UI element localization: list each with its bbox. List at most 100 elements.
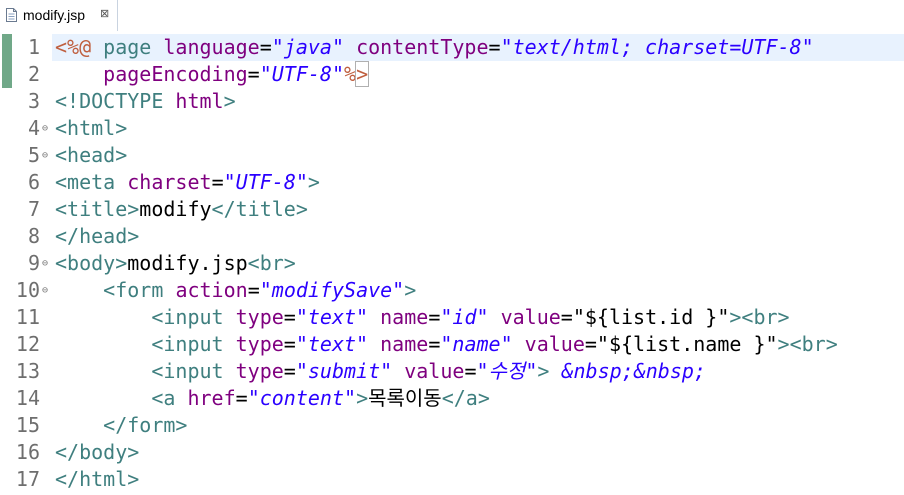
code-line[interactable]: <input type="text" name="name" value="${… <box>55 331 838 358</box>
code-line[interactable]: <input type="text" name="id" value="${li… <box>55 304 789 331</box>
line-number: 8 <box>27 224 40 248</box>
code-line[interactable]: <input type="submit" value="수정"> &nbsp;&… <box>55 358 706 385</box>
code-token: name <box>380 305 429 329</box>
code-token: "content" <box>247 386 357 410</box>
code-line[interactable]: <form action="modifySave"> <box>55 277 416 304</box>
fold-collapse-icon[interactable]: ⊖ <box>40 277 50 304</box>
line-number: 10 <box>15 278 40 302</box>
code-token: "modifySave" <box>259 278 405 302</box>
code-line[interactable]: </head> <box>55 223 139 250</box>
code-token: > <box>404 278 417 302</box>
code-token: "text/html; charset=UTF-8" <box>500 35 814 59</box>
code-token: <meta <box>55 170 116 194</box>
code-token: = <box>283 359 296 383</box>
code-line[interactable]: <title>modify</title> <box>55 196 308 223</box>
code-token: "text" <box>295 305 369 329</box>
code-line[interactable]: <body>modify.jsp<br> <box>55 250 296 277</box>
code-token: > <box>537 359 550 383</box>
code-token: type <box>235 332 284 356</box>
line-number: 6 <box>27 170 40 194</box>
code-token: </body> <box>55 440 140 464</box>
code-line[interactable]: <head> <box>55 142 127 169</box>
code-line[interactable]: <%@ page language="java" contentType="te… <box>55 34 814 61</box>
code-token: "java" <box>271 35 345 59</box>
code-token: charset <box>127 170 212 194</box>
code-token: > <box>729 305 742 329</box>
code-token: <input <box>151 305 224 329</box>
code-token: </title> <box>211 197 308 221</box>
code-token: type <box>235 359 284 383</box>
code-token: <%@ <box>55 35 92 59</box>
code-token: = <box>247 62 260 86</box>
fold-collapse-icon[interactable]: ⊖ <box>40 250 50 277</box>
close-icon[interactable]: ⊠ <box>100 7 109 20</box>
code-token: "submit" <box>295 359 393 383</box>
code-token: <head> <box>55 143 128 167</box>
fold-collapse-icon[interactable]: ⊖ <box>40 115 50 142</box>
code-token: "UTF-8" <box>223 170 308 194</box>
code-token: <br> <box>789 332 838 356</box>
code-token: = <box>283 332 296 356</box>
code-token: = <box>464 359 477 383</box>
code-token: > <box>777 332 790 356</box>
code-token: "id" <box>440 305 489 329</box>
code-token: ="${list.name }" <box>584 332 778 356</box>
code-line[interactable]: </body> <box>55 439 139 466</box>
code-token: language <box>163 35 260 59</box>
code-line[interactable]: </html> <box>55 466 139 493</box>
editor-tab-bar: modify.jsp ⊠ <box>0 0 904 32</box>
line-number: 12 <box>15 332 40 356</box>
code-token: modify <box>139 197 212 221</box>
code-token: = <box>247 278 260 302</box>
code-line[interactable]: <meta charset="UTF-8"> <box>55 169 320 196</box>
fold-collapse-icon[interactable]: ⊖ <box>40 142 50 169</box>
code-token: </head> <box>55 224 140 248</box>
code-line[interactable]: <html> <box>55 115 127 142</box>
code-line[interactable]: pageEncoding="UTF-8"%> <box>55 61 370 88</box>
code-token: name <box>380 332 429 356</box>
code-line[interactable]: </form> <box>55 412 187 439</box>
code-token: <a <box>151 386 176 410</box>
line-number: 1 <box>27 35 40 59</box>
code-token: </a> <box>441 386 490 410</box>
code-token: > <box>223 89 236 113</box>
file-icon <box>6 8 17 22</box>
line-number-gutter: 1 2 3 4 ⊖ 5 ⊖ 6 7 8 9 ⊖ 10 ⊖ 11 12 13 14 15 16 17 <box>0 31 52 495</box>
code-token: "name" <box>440 332 513 356</box>
code-line[interactable]: <a href="content">목록이동</a> <box>55 385 490 412</box>
code-token: <html> <box>55 116 128 140</box>
code-token: <br> <box>247 251 296 275</box>
code-token: <input <box>151 332 224 356</box>
code-token: </form> <box>103 413 188 437</box>
tab-modify-jsp[interactable]: modify.jsp ⊠ <box>0 0 118 31</box>
line-number: 16 <box>15 440 40 464</box>
line-number: 13 <box>15 359 40 383</box>
code-token: 목록이동 <box>368 386 442 410</box>
code-token: value <box>500 305 561 329</box>
code-token: "UTF-8" <box>259 62 345 86</box>
code-token: "수정" <box>476 359 538 383</box>
code-line[interactable]: <!DOCTYPE html> <box>55 88 236 115</box>
code-editor[interactable]: 1 2 3 4 ⊖ 5 ⊖ 6 7 8 9 ⊖ 10 ⊖ 11 12 13 14 15 16 17 <%@ page l… <box>0 31 904 495</box>
code-token: = <box>211 170 224 194</box>
line-number: 9 <box>27 251 40 275</box>
code-token: &nbsp;&nbsp; <box>561 359 706 383</box>
code-token: = <box>283 305 296 329</box>
code-token: = <box>235 386 248 410</box>
code-token: > <box>356 386 369 410</box>
code-token: % <box>344 62 357 86</box>
code-token: > <box>355 61 370 87</box>
